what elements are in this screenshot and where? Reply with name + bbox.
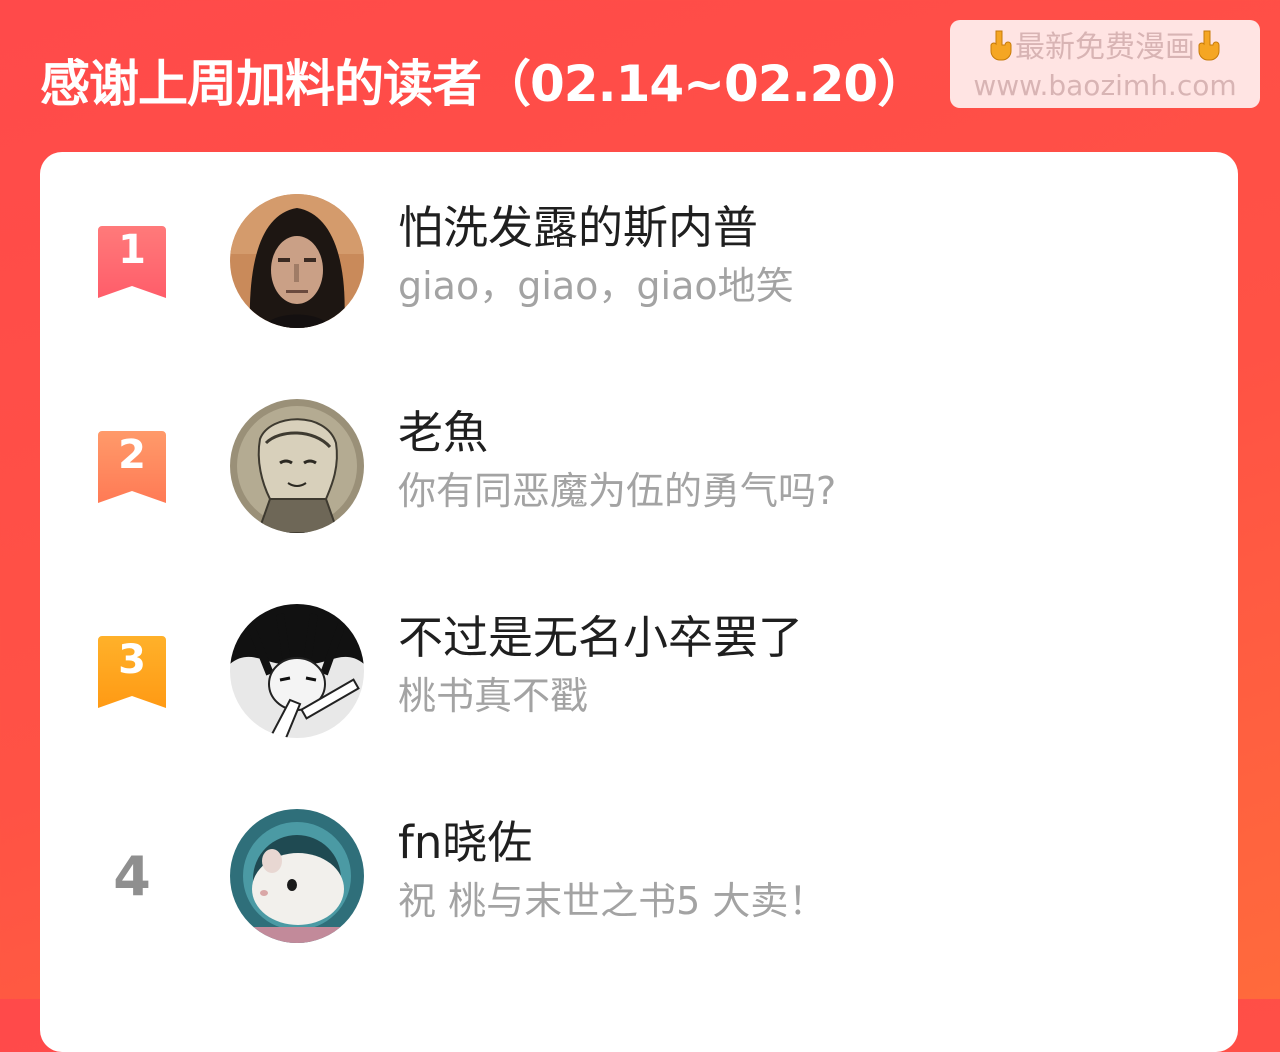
- list-item: 1 怕洗发露的斯内普 giao，giao，giao地笑: [40, 192, 1238, 342]
- watermark-line1: 最新免费漫画: [950, 28, 1260, 68]
- rank-ribbon-icon: 1: [98, 226, 166, 298]
- pointing-down-hand-icon: [987, 29, 1015, 61]
- readers-card: 1 怕洗发露的斯内普 giao，giao，giao地笑 2 老魚 你有同恶魔为伍…: [40, 152, 1238, 1052]
- avatar[interactable]: [230, 809, 364, 943]
- reader-name: 老魚: [398, 406, 489, 459]
- reader-name: fn晓佐: [398, 816, 533, 869]
- list-item: 3 不过是无名小卒罢了 桃书真不戳: [40, 602, 1238, 752]
- reader-name: 不过是无名小卒罢了: [398, 611, 804, 664]
- reader-message: 你有同恶魔为伍的勇气吗?: [398, 469, 837, 513]
- rank-ribbon-icon: 2: [98, 431, 166, 503]
- pointing-down-hand-icon: [1195, 29, 1223, 61]
- list-item: 2 老魚 你有同恶魔为伍的勇气吗?: [40, 397, 1238, 547]
- reader-message: giao，giao，giao地笑: [398, 264, 794, 308]
- rank-number: 2: [118, 432, 146, 478]
- watermark-url: www.baozimh.com: [973, 69, 1237, 102]
- watermark-badge: 最新免费漫画 www.baozimh.com: [950, 20, 1260, 108]
- page-title: 感谢上周加料的读者（02.14~02.20）: [40, 55, 927, 113]
- list-item: 4 fn晓佐 祝 桃与末世之书5 大卖！: [40, 807, 1238, 957]
- avatar[interactable]: [230, 399, 364, 533]
- reader-message: 祝 桃与末世之书5 大卖！: [398, 879, 827, 923]
- reader-message: 桃书真不戳: [398, 674, 589, 718]
- watermark-text: 最新免费漫画: [1015, 30, 1195, 65]
- rank-number: 3: [118, 637, 146, 683]
- avatar[interactable]: [230, 194, 364, 328]
- avatar[interactable]: [230, 604, 364, 738]
- rank-number: 4: [113, 845, 151, 908]
- reader-name: 怕洗发露的斯内普: [398, 201, 759, 254]
- rank-ribbon-icon: 3: [98, 636, 166, 708]
- rank-number: 1: [118, 227, 146, 273]
